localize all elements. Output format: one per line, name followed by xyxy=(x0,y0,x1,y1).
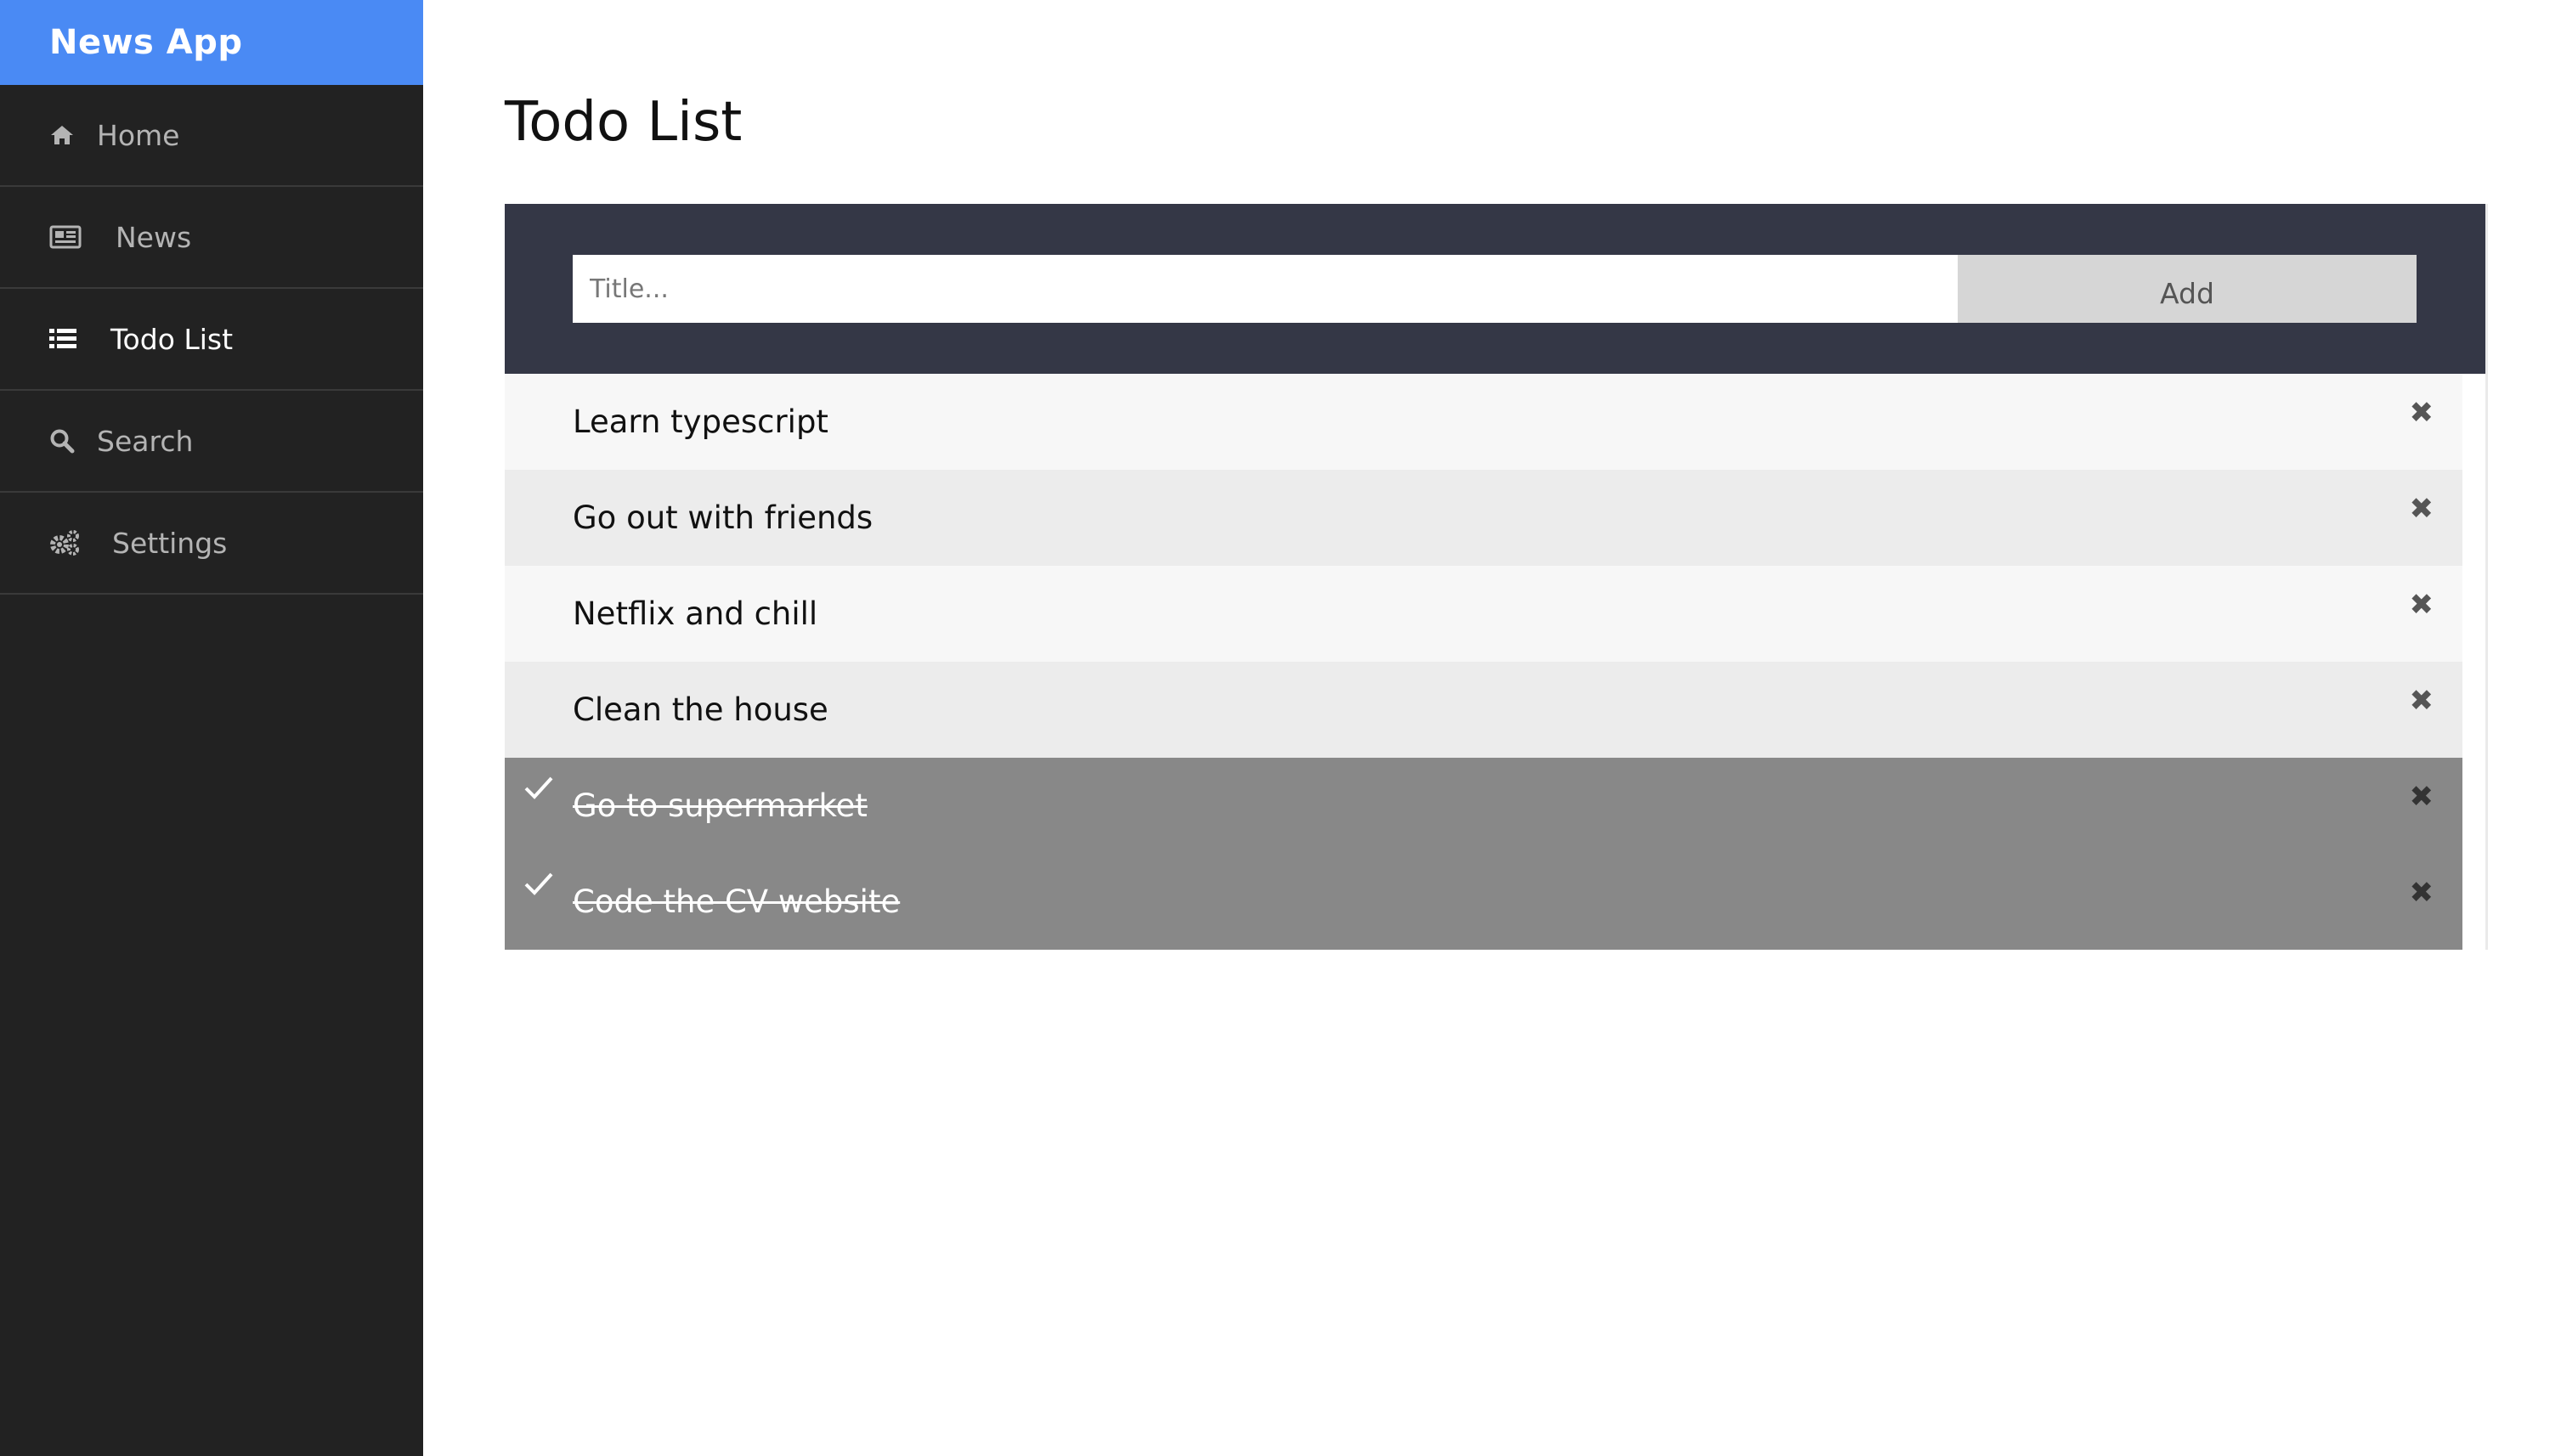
todo-header: Add xyxy=(505,204,2485,374)
close-icon[interactable]: ✖ xyxy=(2410,588,2434,622)
newspaper-icon xyxy=(49,220,116,254)
sidebar-item-label: News xyxy=(116,220,192,254)
brand-title: News App xyxy=(0,0,423,85)
checkmark-icon xyxy=(524,872,553,895)
todo-item[interactable]: Go out with friends ✖ xyxy=(505,470,2462,566)
title-input[interactable] xyxy=(573,255,1959,323)
page-title: Todo List xyxy=(505,91,743,154)
todo-item[interactable]: Netflix and chill ✖ xyxy=(505,566,2462,662)
todo-text: Go out with friends xyxy=(573,499,873,536)
list-icon xyxy=(49,322,110,356)
todo-item-checked[interactable]: Code the CV website ✖ xyxy=(505,854,2462,950)
todo-text: Clean the house xyxy=(573,691,828,728)
sidebar-item-label: Home xyxy=(97,118,180,152)
todo-text: Learn typescript xyxy=(573,404,828,440)
sidebar-item-label: Todo List xyxy=(110,322,234,356)
todo-item-checked[interactable]: Go to supermarket ✖ xyxy=(505,758,2462,854)
todo-list: Learn typescript ✖ Go out with friends ✖… xyxy=(505,374,2462,950)
todo-text: Code the CV website xyxy=(573,883,901,920)
sidebar-item-home[interactable]: Home xyxy=(0,85,423,187)
close-icon[interactable]: ✖ xyxy=(2410,780,2434,814)
app-window: News App Home News Todo List Search Sett… xyxy=(0,0,2561,1456)
sidebar-item-todo-list[interactable]: Todo List xyxy=(0,289,423,391)
sidebar-item-news[interactable]: News xyxy=(0,187,423,289)
close-icon[interactable]: ✖ xyxy=(2410,876,2434,910)
close-icon[interactable]: ✖ xyxy=(2410,396,2434,430)
sidebar-nav: Home News Todo List Search Settings xyxy=(0,85,423,595)
todo-text: Netflix and chill xyxy=(573,595,818,632)
checkmark-icon xyxy=(524,776,553,799)
sidebar-item-settings[interactable]: Settings xyxy=(0,493,423,595)
close-icon[interactable]: ✖ xyxy=(2410,684,2434,718)
home-icon xyxy=(49,118,97,152)
main-content: Todo List Add Learn typescript ✖ Go out … xyxy=(423,0,2561,1456)
todo-panel: Add Learn typescript ✖ Go out with frien… xyxy=(505,204,2488,950)
todo-text: Go to supermarket xyxy=(573,787,868,824)
sidebar: News App Home News Todo List Search Sett… xyxy=(0,0,423,1456)
search-icon xyxy=(49,424,97,458)
close-icon[interactable]: ✖ xyxy=(2410,492,2434,526)
sidebar-item-label: Search xyxy=(97,424,194,458)
todo-item[interactable]: Clean the house ✖ xyxy=(505,662,2462,758)
sidebar-item-label: Settings xyxy=(112,526,228,560)
add-button[interactable]: Add xyxy=(1958,255,2417,323)
gears-icon xyxy=(49,526,112,560)
sidebar-item-search[interactable]: Search xyxy=(0,391,423,493)
todo-item[interactable]: Learn typescript ✖ xyxy=(505,374,2462,470)
